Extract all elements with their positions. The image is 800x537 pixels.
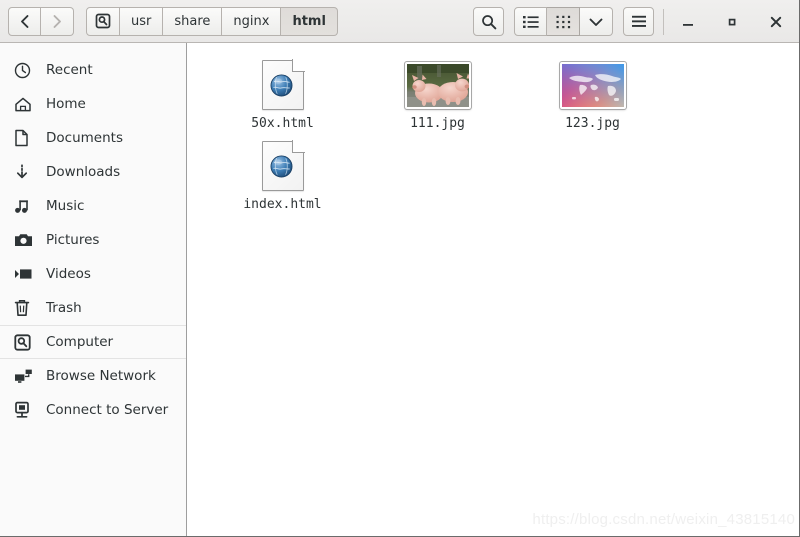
- window-body: Recent Home Documents Downloads Music Pi…: [0, 43, 799, 536]
- breadcrumb: usr share nginx html: [86, 6, 338, 36]
- file-grid: 50x.html 111.jpg 123.jpg index.html: [205, 57, 789, 219]
- sidebar-item-label: Documents: [46, 130, 123, 146]
- breadcrumb-item-usr[interactable]: usr: [120, 6, 164, 36]
- sidebar-item-label: Browse Network: [46, 368, 156, 384]
- grid-view-icon: [556, 15, 570, 28]
- sidebar-item-label: Videos: [46, 266, 91, 282]
- hamburger-menu-button[interactable]: [623, 7, 654, 36]
- sidebar-item-downloads[interactable]: Downloads: [0, 155, 186, 189]
- breadcrumb-item-html[interactable]: html: [281, 6, 338, 36]
- breadcrumb-item-nginx[interactable]: nginx: [222, 6, 282, 36]
- sidebar-item-label: Pictures: [46, 232, 100, 248]
- list-view-button[interactable]: [514, 7, 547, 36]
- header-right-tools: [473, 0, 791, 43]
- minimize-icon: [683, 23, 693, 26]
- sidebar-item-home[interactable]: Home: [0, 87, 186, 121]
- file-view: 50x.html 111.jpg 123.jpg index.html http…: [187, 43, 799, 536]
- file-thumbnail: [261, 57, 306, 113]
- file-name: 123.jpg: [565, 116, 620, 131]
- breadcrumb-item-computer[interactable]: [86, 6, 120, 36]
- sidebar-item-label: Trash: [46, 300, 82, 316]
- header-bar: usr share nginx html: [0, 0, 799, 43]
- sidebar: Recent Home Documents Downloads Music Pi…: [0, 43, 187, 536]
- toolbar-divider: [663, 8, 664, 35]
- sidebar-item-label: Music: [46, 198, 85, 214]
- sidebar-item-computer[interactable]: Computer: [0, 325, 186, 359]
- network-icon: [14, 367, 36, 385]
- list-view-icon: [522, 15, 539, 28]
- chevron-right-icon: [53, 14, 61, 28]
- sidebar-item-connect-to-server[interactable]: Connect to Server: [0, 393, 186, 427]
- back-button[interactable]: [8, 6, 41, 36]
- breadcrumb-item-share[interactable]: share: [163, 6, 223, 36]
- file-item[interactable]: 50x.html: [205, 57, 360, 138]
- view-mode-group: [514, 7, 613, 36]
- video-icon: [14, 265, 36, 283]
- close-icon: [770, 16, 782, 27]
- download-icon: [14, 163, 36, 181]
- file-name: 111.jpg: [410, 116, 465, 131]
- file-item[interactable]: 123.jpg: [515, 57, 670, 138]
- home-icon: [14, 95, 36, 113]
- file-thumbnail: [558, 57, 627, 113]
- file-name: index.html: [243, 197, 322, 212]
- sidebar-item-label: Connect to Server: [46, 402, 169, 418]
- sidebar-item-label: Computer: [46, 334, 114, 350]
- computer-icon: [14, 333, 36, 351]
- photo-thumbnail-worldmap: [558, 60, 627, 110]
- file-name: 50x.html: [251, 116, 314, 131]
- computer-icon: [95, 13, 111, 29]
- hamburger-menu-icon: [631, 15, 646, 27]
- document-icon: [14, 129, 36, 147]
- search-button-group: [473, 7, 504, 36]
- sidebar-item-browse-network[interactable]: Browse Network: [0, 359, 186, 393]
- file-item[interactable]: 111.jpg: [360, 57, 515, 138]
- sidebar-item-trash[interactable]: Trash: [0, 291, 186, 325]
- sidebar-item-label: Home: [46, 96, 86, 112]
- navigation-buttons: [8, 6, 74, 36]
- forward-button[interactable]: [41, 6, 74, 36]
- search-button[interactable]: [473, 7, 504, 36]
- server-icon: [14, 401, 36, 419]
- app-menu-group: [623, 7, 654, 36]
- sidebar-item-label: Downloads: [46, 164, 121, 180]
- file-thumbnail: [403, 57, 472, 113]
- globe-icon: [270, 74, 292, 97]
- trash-icon: [14, 299, 36, 317]
- maximize-icon: [728, 18, 736, 25]
- sidebar-item-videos[interactable]: Videos: [0, 257, 186, 291]
- sidebar-item-music[interactable]: Music: [0, 189, 186, 223]
- chevron-down-icon: [589, 18, 603, 26]
- photo-thumbnail-pigs: [403, 60, 472, 110]
- html-file-icon: [261, 58, 306, 110]
- music-note-icon: [14, 197, 36, 215]
- grid-view-button[interactable]: [547, 7, 580, 36]
- chevron-left-icon: [21, 14, 29, 28]
- close-button[interactable]: [761, 7, 791, 37]
- clock-icon: [14, 61, 36, 79]
- sidebar-item-documents[interactable]: Documents: [0, 121, 186, 155]
- maximize-button[interactable]: [717, 7, 747, 37]
- file-item[interactable]: index.html: [205, 138, 360, 219]
- sidebar-item-label: Recent: [46, 62, 93, 78]
- globe-icon: [270, 155, 292, 178]
- file-thumbnail: [261, 138, 306, 194]
- search-icon: [481, 14, 496, 29]
- minimize-button[interactable]: [673, 7, 703, 37]
- sidebar-item-recent[interactable]: Recent: [0, 53, 186, 87]
- watermark: https://blog.csdn.net/weixin_43815140: [532, 511, 795, 528]
- camera-icon: [14, 231, 36, 249]
- sidebar-item-pictures[interactable]: Pictures: [0, 223, 186, 257]
- sort-menu-button[interactable]: [580, 7, 613, 36]
- html-file-icon: [261, 139, 306, 191]
- file-manager-window: usr share nginx html Recent Home Documen…: [0, 0, 800, 537]
